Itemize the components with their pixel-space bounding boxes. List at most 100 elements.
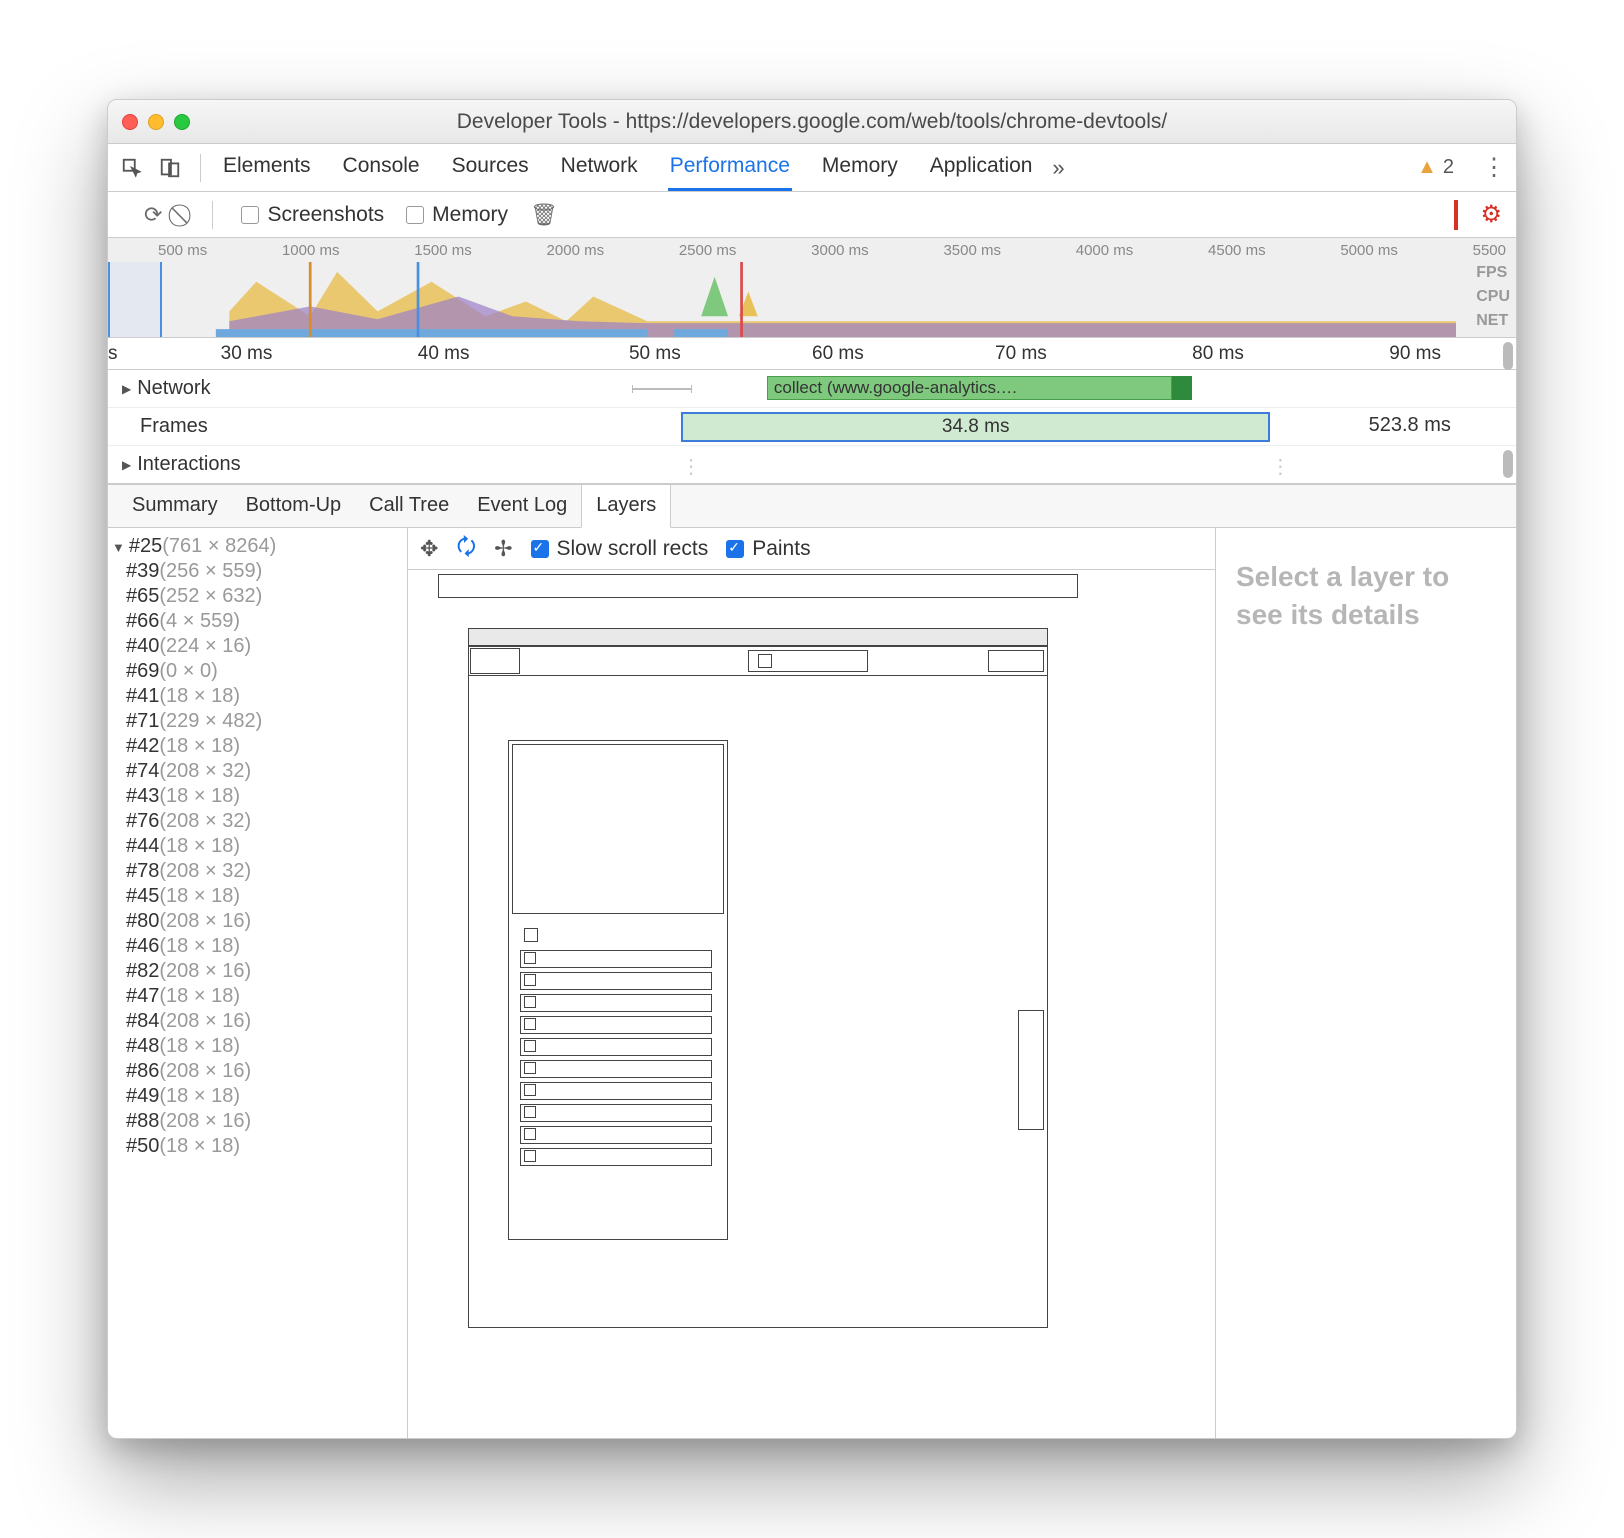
layer-tree-item[interactable]: #78(208 × 32): [108, 859, 407, 884]
overview-selection[interactable]: [108, 262, 162, 337]
warning-icon: ▲: [1417, 156, 1437, 179]
tab-memory[interactable]: Memory: [820, 144, 900, 191]
drag-handle-icon[interactable]: ⋮: [681, 454, 701, 479]
layer-tree-item[interactable]: #74(208 × 32): [108, 759, 407, 784]
layer-tree-item[interactable]: #48(18 × 18): [108, 1034, 407, 1059]
tab-performance[interactable]: Performance: [668, 144, 792, 191]
paints-checkbox[interactable]: Paints: [726, 537, 810, 561]
overview-tick: 4000 ms: [1076, 242, 1134, 259]
detail-tick: 30 ms: [221, 343, 273, 365]
layer-tree-item[interactable]: #49(18 × 18): [108, 1084, 407, 1109]
layer-tree-item[interactable]: #42(18 × 18): [108, 734, 407, 759]
interactions-track[interactable]: ▶Interactions ⋮ ⋮: [108, 446, 1516, 484]
expand-icon[interactable]: ▶: [122, 458, 131, 472]
trash-icon[interactable]: 🗑: [530, 202, 558, 228]
scrollbar-thumb[interactable]: [1503, 450, 1513, 478]
devtools-toolbar: Elements Console Sources Network Performance…: [108, 144, 1516, 192]
slow-scroll-rects-checkbox[interactable]: Slow scroll rects: [531, 537, 709, 561]
frame-duration-label: 523.8 ms: [1369, 414, 1451, 437]
frames-track[interactable]: Frames 34.8 ms 523.8 ms: [108, 408, 1516, 446]
overview-tick: 3000 ms: [811, 242, 869, 259]
layer-tree-item[interactable]: #39(256 × 559): [108, 559, 407, 584]
detail-tick: s: [108, 343, 118, 365]
tab-elements[interactable]: Elements: [221, 144, 313, 191]
layer-tree-item[interactable]: #86(208 × 16): [108, 1059, 407, 1084]
overview-tick: 2000 ms: [547, 242, 605, 259]
layer-tree-item[interactable]: #46(18 × 18): [108, 934, 407, 959]
close-window-button[interactable]: [122, 114, 138, 130]
layer-tree-item[interactable]: #41(18 × 18): [108, 684, 407, 709]
settings-indicator: [1454, 200, 1458, 230]
layer-tree-item[interactable]: ▼#25(761 × 8264): [108, 534, 407, 559]
reset-view-icon[interactable]: ✢: [494, 536, 512, 562]
separator: [212, 201, 213, 229]
overview-tick: 5500: [1473, 242, 1506, 259]
memory-checkbox[interactable]: Memory: [406, 203, 508, 227]
overview-lane-label: CPU: [1476, 288, 1510, 306]
layer-tree-item[interactable]: #69(0 × 0): [108, 659, 407, 684]
device-toolbar-icon[interactable]: [156, 154, 184, 182]
overview-tick: 1000 ms: [282, 242, 340, 259]
subtab-call-tree[interactable]: Call Tree: [355, 485, 463, 527]
layer-tree-item[interactable]: #66(4 × 559): [108, 609, 407, 634]
layer-tree-item[interactable]: #50(18 × 18): [108, 1134, 407, 1159]
layer-tree-item[interactable]: #45(18 × 18): [108, 884, 407, 909]
layer-tree-item[interactable]: #88(208 × 16): [108, 1109, 407, 1134]
layer-tree-item[interactable]: #71(229 × 482): [108, 709, 407, 734]
layers-canvas[interactable]: [408, 570, 1215, 1438]
layer-tree-item[interactable]: #47(18 × 18): [108, 984, 407, 1009]
detail-tick: 80 ms: [1192, 343, 1244, 365]
network-track[interactable]: ▶Network collect (www.google-analytics.…: [108, 370, 1516, 408]
window-title: Developer Tools - https://developers.goo…: [108, 110, 1516, 134]
layer-tree-item[interactable]: #65(252 × 632): [108, 584, 407, 609]
titlebar: Developer Tools - https://developers.goo…: [108, 100, 1516, 144]
devtools-menu-icon[interactable]: ⋮: [1482, 153, 1506, 182]
layer-tree-item[interactable]: #84(208 × 16): [108, 1009, 407, 1034]
screenshots-checkbox[interactable]: Screenshots: [241, 203, 384, 227]
pan-icon[interactable]: ✥: [420, 536, 438, 562]
warning-count: 2: [1443, 156, 1454, 179]
warnings-counter[interactable]: ▲ 2: [1417, 156, 1454, 179]
layer-tree-item[interactable]: #80(208 × 16): [108, 909, 407, 934]
layer-tree[interactable]: ▼#25(761 × 8264)#39(256 × 559)#65(252 × …: [108, 528, 408, 1438]
layer-tree-item[interactable]: #40(224 × 16): [108, 634, 407, 659]
subtab-bottom-up[interactable]: Bottom-Up: [232, 485, 356, 527]
minimize-window-button[interactable]: [148, 114, 164, 130]
inspect-element-icon[interactable]: [118, 154, 146, 182]
separator: [200, 154, 201, 182]
detail-tick: 50 ms: [629, 343, 681, 365]
network-request-tail: [1172, 376, 1192, 400]
overview-tick: 3500 ms: [943, 242, 1001, 259]
performance-toolbar: ⟳ ⃠ Screenshots Memory 🗑 ⚙: [108, 192, 1516, 238]
detail-tick: 40 ms: [418, 343, 470, 365]
subtab-layers[interactable]: Layers: [581, 485, 671, 528]
performance-subtabs: SummaryBottom-UpCall TreeEvent LogLayers: [108, 484, 1516, 528]
overview-lane-label: NET: [1476, 312, 1510, 330]
layer-tree-item[interactable]: #82(208 × 16): [108, 959, 407, 984]
rotate-icon[interactable]: 🗘: [456, 530, 476, 568]
more-tabs-chevron-icon[interactable]: »: [1044, 154, 1072, 182]
layer-tree-item[interactable]: #43(18 × 18): [108, 784, 407, 809]
reload-record-icon[interactable]: ⟳: [144, 202, 162, 228]
subtab-summary[interactable]: Summary: [118, 485, 232, 527]
layer-tree-item[interactable]: #44(18 × 18): [108, 834, 407, 859]
drag-handle-icon[interactable]: ⋮: [1270, 454, 1290, 479]
subtab-event-log[interactable]: Event Log: [463, 485, 581, 527]
detail-time-axis[interactable]: s30 ms40 ms50 ms60 ms70 ms80 ms90 ms: [108, 338, 1516, 370]
scrollbar-thumb[interactable]: [1503, 342, 1513, 370]
layer-details-placeholder: Select a layer to see its details: [1216, 528, 1516, 1438]
tab-sources[interactable]: Sources: [450, 144, 531, 191]
network-request-bar[interactable]: collect (www.google-analytics.…: [767, 376, 1172, 400]
tab-console[interactable]: Console: [341, 144, 422, 191]
capture-settings-icon[interactable]: ⚙: [1480, 200, 1502, 229]
tab-application[interactable]: Application: [928, 144, 1035, 191]
expand-icon[interactable]: ▶: [122, 382, 131, 396]
layer-tree-item[interactable]: #76(208 × 32): [108, 809, 407, 834]
zoom-window-button[interactable]: [174, 114, 190, 130]
layers-toolbar: ✥ 🗘 ✢ Slow scroll rects Paints: [408, 528, 1215, 570]
frame-bar[interactable]: 34.8 ms: [681, 412, 1270, 442]
tab-network[interactable]: Network: [559, 144, 640, 191]
detail-tick: 70 ms: [995, 343, 1047, 365]
overview-timeline[interactable]: 500 ms1000 ms1500 ms2000 ms2500 ms3000 m…: [108, 238, 1516, 338]
overview-tick: 2500 ms: [679, 242, 737, 259]
